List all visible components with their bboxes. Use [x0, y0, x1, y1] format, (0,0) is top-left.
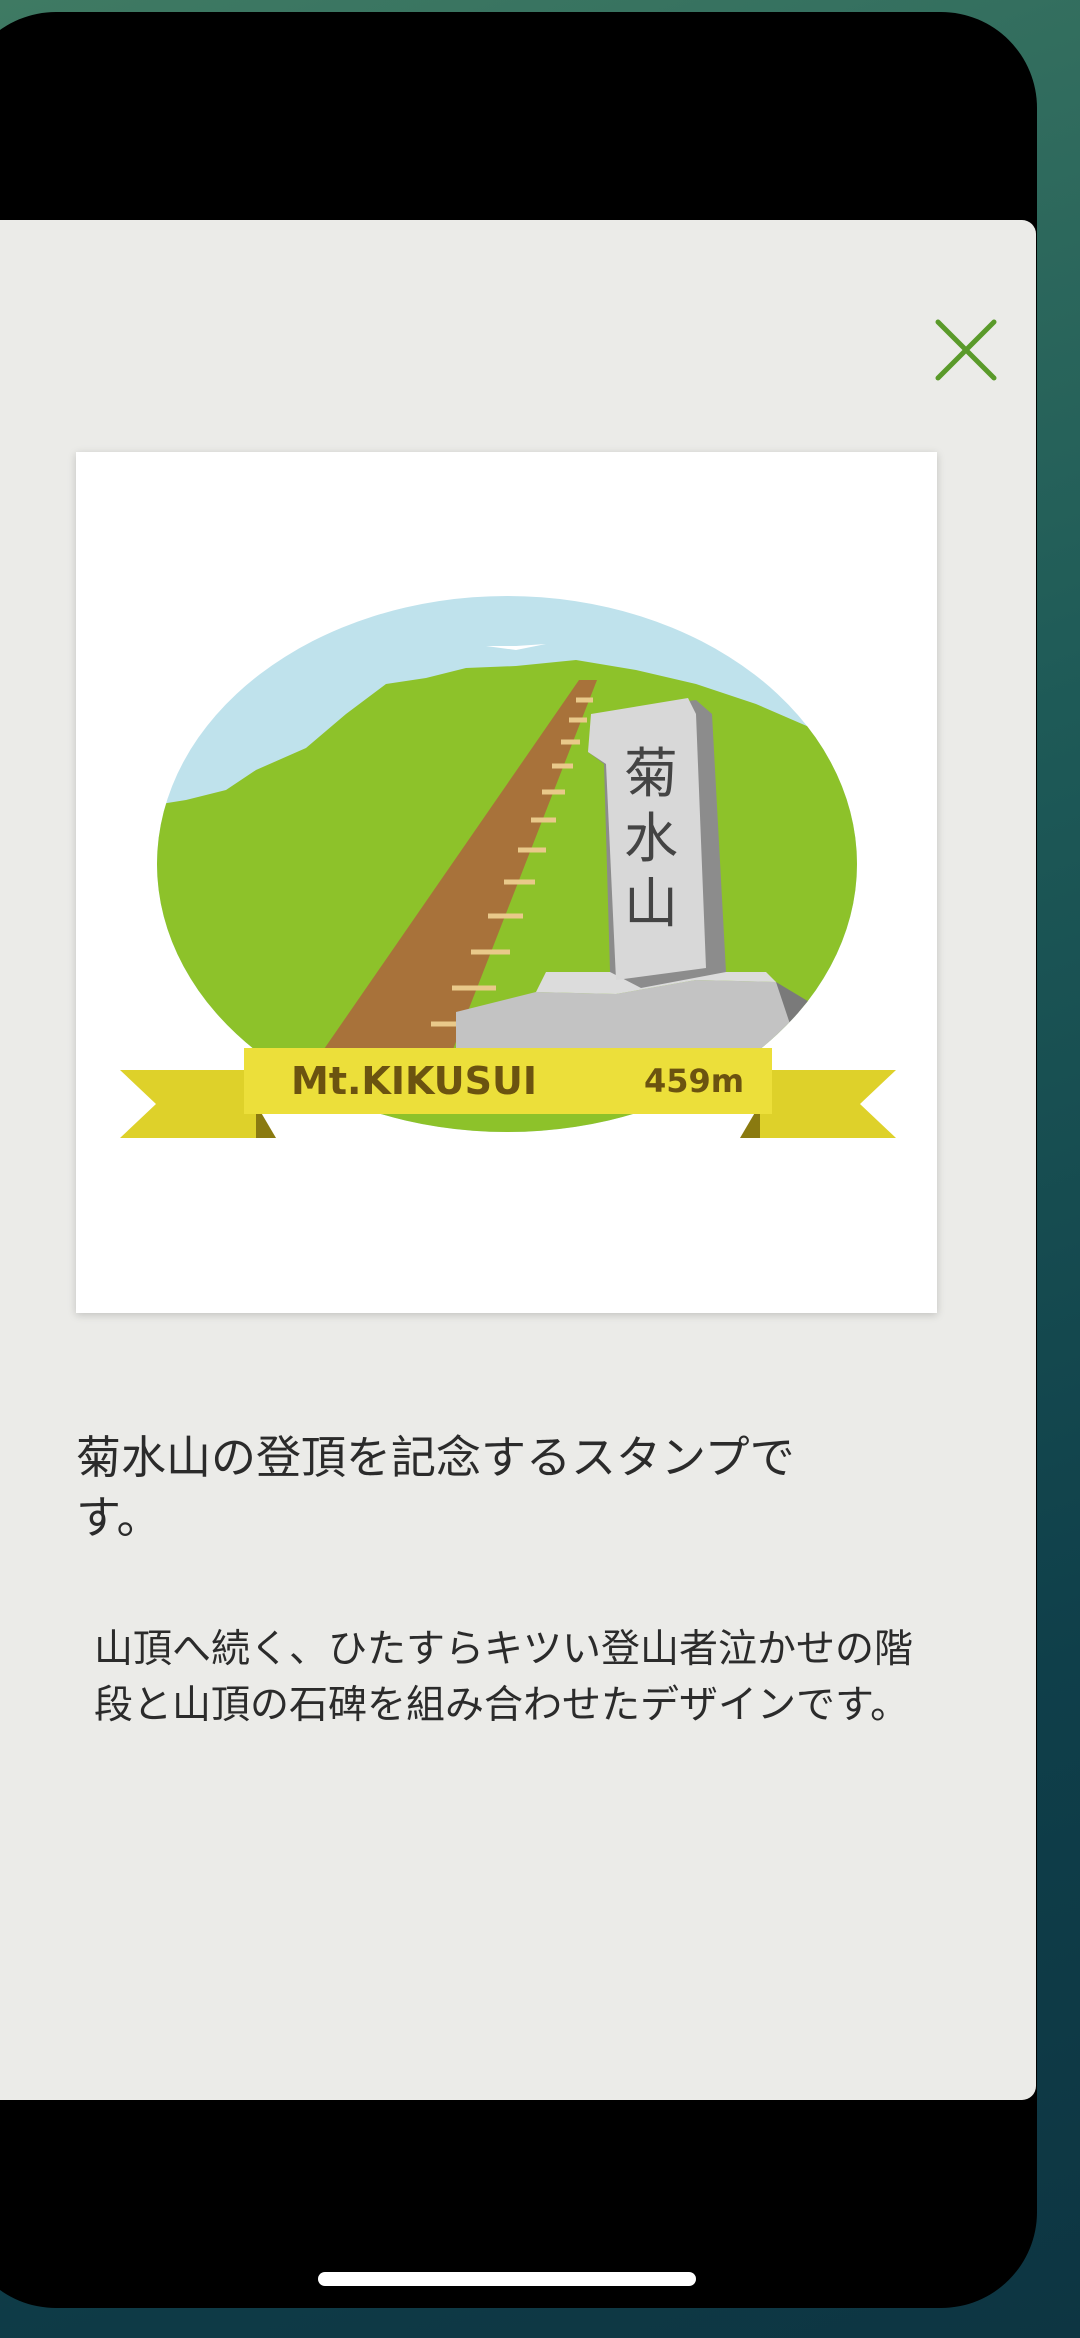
banner-elevation: 459m: [644, 1062, 744, 1100]
stamp-description: 山頂へ続く、ひたすらキツい登山者泣かせの階段と山頂の石碑を組み合わせたデザインで…: [94, 1627, 914, 1728]
stamp-image: 菊 水 山 Mt.KIKUSUI 459m: [76, 452, 937, 1313]
stamp-title: 菊水山の登頂を記念するスタンプです。: [76, 1431, 795, 1544]
home-indicator[interactable]: [318, 2272, 696, 2286]
stamp-illustration: 菊 水 山 Mt.KIKUSUI 459m: [120, 596, 896, 1138]
monument-char-1: 菊: [624, 742, 678, 805]
close-button[interactable]: [924, 306, 1008, 390]
monument-char-3: 山: [624, 872, 678, 935]
close-icon: [935, 319, 997, 381]
banner-name: Mt.KIKUSUI: [291, 1059, 537, 1103]
monument-char-2: 水: [624, 807, 678, 870]
